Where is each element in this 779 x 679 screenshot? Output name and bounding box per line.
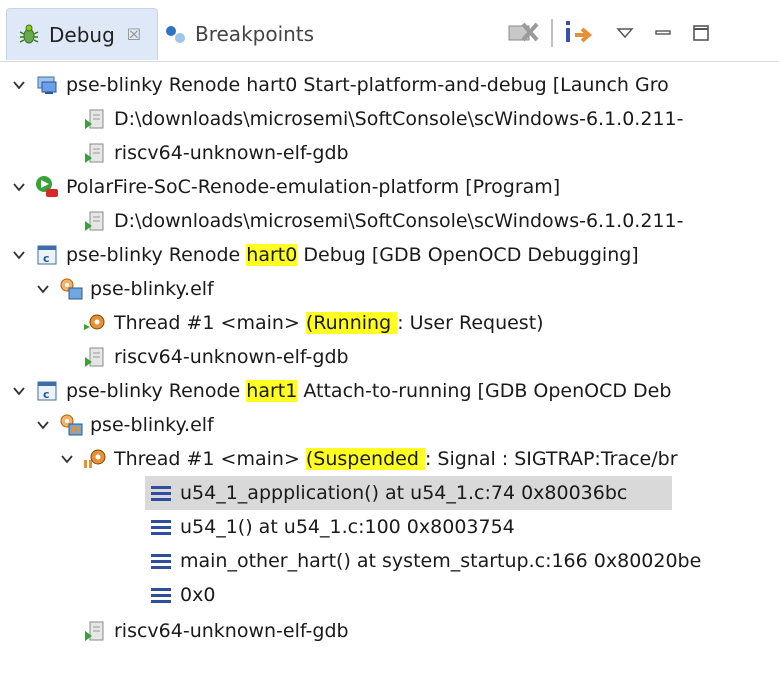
view-menu-icon[interactable]: [615, 18, 635, 48]
tree-row-label: pse-blinky.elf: [90, 414, 214, 436]
tree-row-label: PolarFire-SoC-Renode-emulation-platform …: [66, 176, 561, 198]
launch-group-icon: [34, 72, 60, 98]
tab-debug[interactable]: Debug ☒: [6, 8, 158, 60]
process-icon: [82, 344, 108, 370]
tree-row-debug-launch-hart1[interactable]: c pse-blinky Renode hart1 Attach-to-runn…: [0, 374, 779, 408]
c-app-icon: c: [34, 242, 60, 268]
tree-row-debug-launch-hart0[interactable]: c pse-blinky Renode hart0 Debug [GDB Ope…: [0, 238, 779, 272]
highlighted-text: hart1: [246, 380, 298, 402]
debug-target-icon: [58, 276, 84, 302]
debug-bug-icon: [17, 23, 41, 47]
maximize-icon[interactable]: [691, 18, 711, 48]
label-suffix: Debug [GDB OpenOCD Debugging]: [297, 244, 639, 266]
tree-row-label: Thread #1 <main> (Suspended : Signal : S…: [114, 448, 678, 470]
tree-row-process[interactable]: riscv64-unknown-elf-gdb: [0, 136, 779, 170]
tree-row-program[interactable]: PolarFire-SoC-Renode-emulation-platform …: [0, 170, 779, 204]
tab-breakpoints[interactable]: Breakpoints: [165, 8, 314, 60]
tab-debug-label: Debug: [49, 22, 115, 47]
program-run-icon: [34, 174, 60, 200]
chevron-down-icon[interactable]: [58, 451, 76, 467]
step-into-icon[interactable]: [563, 18, 595, 48]
tree-row-debug-target[interactable]: pse-blinky.elf: [0, 272, 779, 306]
svg-text:c: c: [43, 252, 50, 265]
tree-row-label: riscv64-unknown-elf-gdb: [114, 142, 349, 164]
label-suffix: : Signal : SIGTRAP:Trace/br: [424, 448, 678, 470]
tree-row-label: D:\downloads\microsemi\SoftConsole\scWin…: [114, 108, 684, 130]
process-icon: [82, 208, 108, 234]
highlighted-text: (Suspended: [305, 448, 425, 470]
stack-frame-icon: [148, 582, 174, 608]
tree-row-thread-suspended[interactable]: Thread #1 <main> (Suspended : Signal : S…: [0, 442, 779, 476]
tree-row-label: riscv64-unknown-elf-gdb: [114, 620, 349, 642]
debug-target-icon: [58, 412, 84, 438]
chevron-down-icon[interactable]: [34, 281, 52, 297]
label-suffix: : User Request): [397, 312, 544, 334]
c-app-icon: c: [34, 378, 60, 404]
tree-row-process[interactable]: riscv64-unknown-elf-gdb: [0, 614, 779, 648]
tree-row-label: riscv64-unknown-elf-gdb: [114, 346, 349, 368]
breakpoints-icon: [165, 23, 187, 45]
label-prefix: Thread #1 <main>: [114, 312, 306, 334]
tree-row-thread-running[interactable]: Thread #1 <main> (Running : User Request…: [0, 306, 779, 340]
tab-breakpoints-label: Breakpoints: [195, 22, 315, 46]
tree-row-process[interactable]: riscv64-unknown-elf-gdb: [0, 340, 779, 374]
tree-row-label: main_other_hart() at system_startup.c:16…: [180, 550, 702, 572]
chevron-down-icon[interactable]: [10, 247, 28, 263]
debug-view-tabbar: Debug ☒ Breakpoints: [0, 0, 779, 62]
stack-frame-icon: [148, 514, 174, 540]
chevron-down-icon[interactable]: [34, 417, 52, 433]
svg-text:c: c: [43, 388, 50, 401]
tabbar-divider: [0, 61, 779, 62]
chevron-down-icon[interactable]: [10, 179, 28, 195]
tree-row-label: pse-blinky Renode hart0 Start-platform-a…: [66, 74, 669, 96]
highlighted-text: hart0: [246, 244, 298, 266]
tree-row-label: D:\downloads\microsemi\SoftConsole\scWin…: [114, 210, 684, 232]
tree-row-stack-frame-selected[interactable]: u54_1_appplication() at u54_1.c:74 0x800…: [0, 476, 779, 510]
stack-frame-icon: [148, 548, 174, 574]
tree-row-label: u54_1() at u54_1.c:100 0x8003754: [180, 516, 515, 538]
process-icon: [82, 106, 108, 132]
tree-row-debug-target[interactable]: pse-blinky.elf: [0, 408, 779, 442]
label-suffix: Attach-to-running [GDB OpenOCD Deb: [297, 380, 672, 402]
chevron-down-icon[interactable]: [10, 383, 28, 399]
tree-row-label: pse-blinky.elf: [90, 278, 214, 300]
tree-row-launch-group[interactable]: pse-blinky Renode hart0 Start-platform-a…: [0, 68, 779, 102]
chevron-down-icon[interactable]: [10, 77, 28, 93]
tree-row-label: Thread #1 <main> (Running : User Request…: [114, 312, 544, 334]
label-prefix: pse-blinky Renode: [66, 244, 247, 266]
minimize-icon[interactable]: [653, 18, 673, 48]
tree-row-label: 0x0: [180, 584, 216, 606]
tree-row-process[interactable]: D:\downloads\microsemi\SoftConsole\scWin…: [0, 204, 779, 238]
label-prefix: Thread #1 <main>: [114, 448, 306, 470]
tree-row-process[interactable]: D:\downloads\microsemi\SoftConsole\scWin…: [0, 102, 779, 136]
remove-terminated-icon[interactable]: [505, 18, 541, 48]
thread-icon: [82, 310, 108, 336]
toolbar-separator: [551, 19, 553, 47]
process-icon: [82, 140, 108, 166]
tree-row-label: pse-blinky Renode hart0 Debug [GDB OpenO…: [66, 244, 639, 266]
tab-close-icon[interactable]: ☒: [127, 25, 141, 44]
tree-row-stack-frame[interactable]: u54_1() at u54_1.c:100 0x8003754: [0, 510, 779, 544]
thread-icon: [82, 446, 108, 472]
tree-row-stack-frame[interactable]: 0x0: [0, 578, 779, 612]
tree-row-label: u54_1_appplication() at u54_1.c:74 0x800…: [180, 482, 628, 504]
debug-toolbar: [505, 18, 711, 48]
stack-frame-icon: [148, 480, 174, 506]
tree-row-label: pse-blinky Renode hart1 Attach-to-runnin…: [66, 380, 671, 402]
highlighted-text: (Running: [305, 312, 398, 334]
tree-row-stack-frame[interactable]: main_other_hart() at system_startup.c:16…: [0, 544, 779, 578]
process-icon: [82, 618, 108, 644]
label-prefix: pse-blinky Renode: [66, 380, 247, 402]
